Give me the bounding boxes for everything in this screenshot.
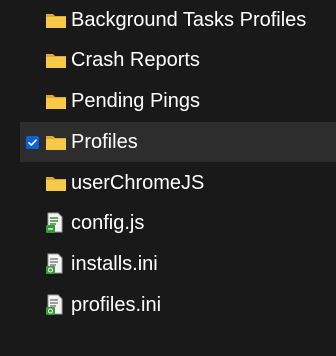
file-list: Background Tasks Profiles Crash Reports … (0, 0, 336, 356)
list-item-pending-pings[interactable]: Pending Pings (20, 81, 336, 121)
item-label: Crash Reports (71, 49, 200, 71)
item-label: Profiles (71, 131, 138, 153)
item-label: config.js (71, 212, 145, 234)
folder-icon (45, 10, 67, 30)
settings-file-icon (45, 294, 67, 315)
script-file-icon (45, 212, 67, 233)
list-item-userchromejs[interactable]: userChromeJS (20, 163, 336, 203)
item-label: userChromeJS (71, 172, 205, 194)
list-item-crash-reports[interactable]: Crash Reports (20, 40, 336, 80)
item-label: installs.ini (71, 253, 158, 275)
folder-icon (45, 173, 67, 193)
list-item-background-tasks-profiles[interactable]: Background Tasks Profiles (20, 0, 336, 40)
item-label: Pending Pings (71, 90, 200, 112)
list-item-config-js[interactable]: config.js (20, 203, 336, 243)
item-checkbox[interactable] (26, 136, 39, 149)
item-label: Background Tasks Profiles (71, 9, 307, 31)
folder-icon (45, 132, 67, 152)
folder-icon (45, 91, 67, 111)
folder-icon (45, 50, 67, 70)
list-item-installs-ini[interactable]: installs.ini (20, 244, 336, 284)
list-item-profiles-ini[interactable]: profiles.ini (20, 285, 336, 325)
list-item-profiles[interactable]: Profiles (20, 122, 336, 162)
settings-file-icon (45, 253, 67, 274)
item-label: profiles.ini (71, 294, 162, 316)
